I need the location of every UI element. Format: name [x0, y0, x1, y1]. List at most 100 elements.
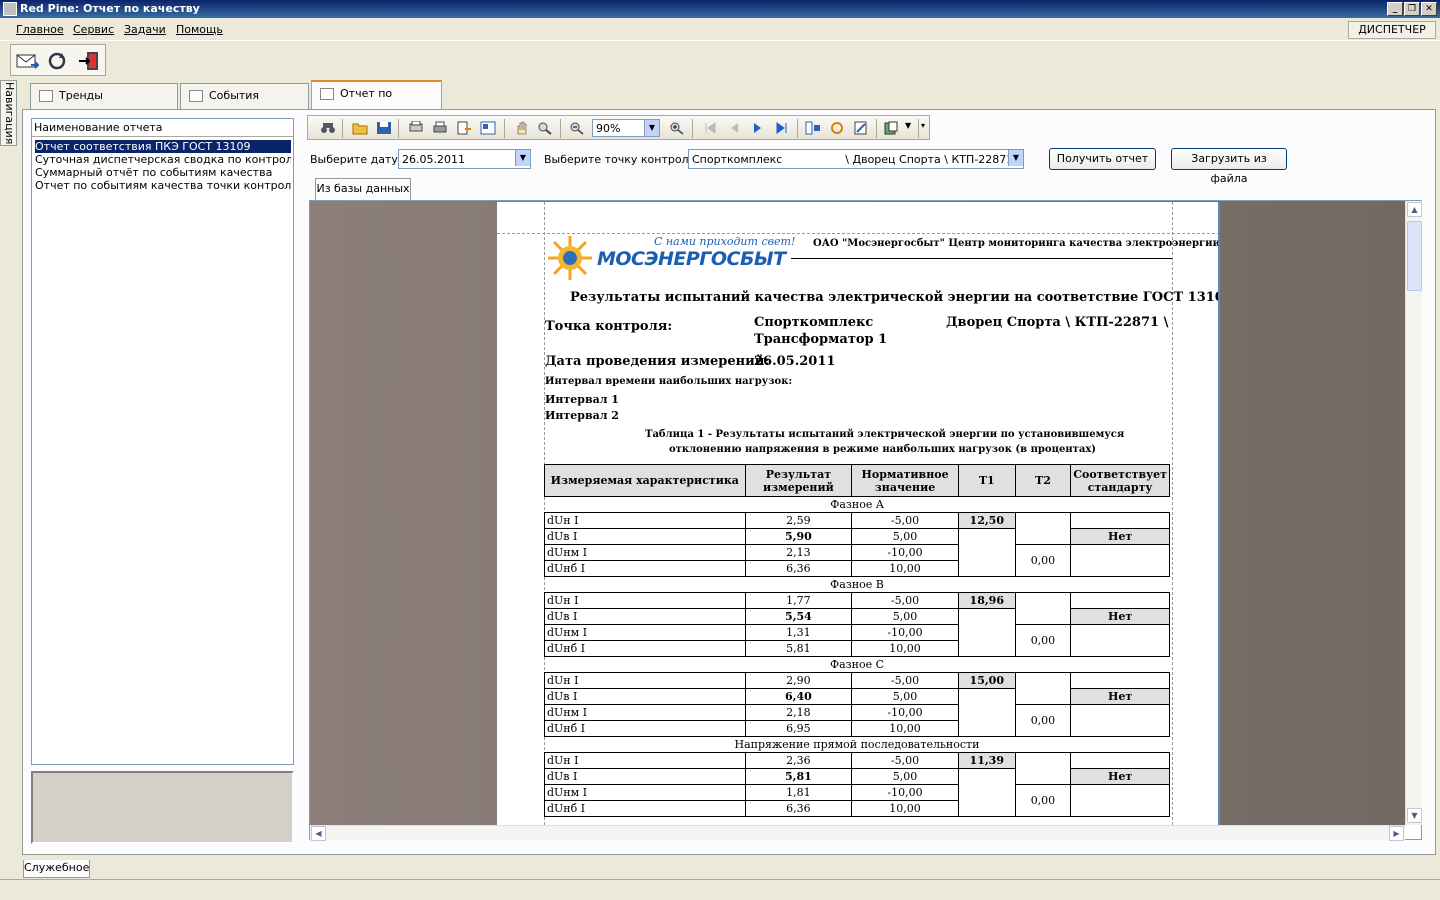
normative-value: 5,00	[851, 608, 959, 625]
refresh-icon[interactable]	[45, 49, 69, 73]
scroll-thumb[interactable]	[1407, 221, 1422, 291]
tab-service[interactable]: Служебное	[23, 860, 90, 878]
measured-value: 2,59	[744, 512, 853, 529]
vertical-scrollbar[interactable]: ▲ ▼	[1405, 201, 1422, 825]
load-file-button[interactable]: Загрузить из файла	[1171, 148, 1287, 185]
exit-icon[interactable]	[77, 49, 101, 73]
logo-slogan: С нами приходит свет!	[654, 235, 796, 248]
point-select[interactable]: Спорткомплекс \ Дворец Спорта \ КТП-2287…	[688, 149, 1024, 169]
complies-value: Нет	[1070, 768, 1170, 785]
navigation-side-tab[interactable]: Навигация	[0, 80, 17, 146]
chart-icon	[39, 90, 53, 102]
refresh-report-icon[interactable]	[829, 121, 845, 135]
normative-value: 10,00	[851, 560, 959, 577]
measured-value: 2,13	[744, 544, 853, 561]
report-list-item[interactable]: Суммарный отчёт по событиям качества	[35, 166, 291, 179]
scroll-down-icon[interactable]: ▼	[1407, 808, 1422, 823]
measured-value: 1,77	[744, 592, 853, 609]
characteristic: dUнб I	[544, 720, 746, 737]
scroll-right-icon[interactable]: ▶	[1389, 826, 1404, 841]
normative-value: -5,00	[851, 752, 959, 769]
results-table: Измеряемая характеристика Результат измер…	[544, 464, 1170, 817]
t2-value: 0,00	[1014, 544, 1072, 577]
find-icon[interactable]	[320, 121, 336, 135]
zoom-in-icon[interactable]	[669, 121, 685, 135]
magnifier-icon[interactable]	[537, 121, 553, 135]
table-row: dUнм I 1,31 -10,00 0,00	[544, 624, 1170, 657]
tab-from-database[interactable]: Из базы данных	[315, 178, 411, 200]
main-toolbar	[10, 44, 106, 76]
characteristic: dUнб I	[544, 800, 746, 817]
prev-page-icon[interactable]	[726, 121, 742, 135]
print-icon[interactable]	[432, 121, 448, 135]
menu-help[interactable]: Помощь	[176, 23, 223, 36]
close-button[interactable]: ✕	[1421, 2, 1437, 16]
characteristic: dUнм I	[544, 544, 746, 561]
t1-value: 18,96	[957, 592, 1016, 609]
open-folder-icon[interactable]	[352, 121, 368, 135]
table-row: dUн I 2,36 -5,00 11,39	[544, 752, 1170, 785]
date-label: Выберите дату:	[310, 153, 402, 166]
table-row: dUнм I 2,18 -10,00 0,00	[544, 704, 1170, 737]
report-list[interactable]	[31, 118, 294, 765]
characteristic: dUн I	[544, 752, 746, 769]
point-transformer: Трансформатор 1	[754, 332, 888, 347]
last-page-icon[interactable]	[774, 121, 790, 135]
save-icon[interactable]	[376, 121, 392, 135]
interval-caption: Интервал времени наибольших нагрузок:	[545, 376, 793, 387]
export-menu-icon[interactable]	[884, 121, 900, 135]
date-caption: Дата проведения измерений:	[545, 354, 770, 369]
table-caption: Таблица 1 - Результаты испытаний электри…	[645, 429, 1125, 440]
characteristic: dUнм I	[544, 704, 746, 721]
report-list-item[interactable]: Отчет по событиям качества точки контрол…	[35, 179, 291, 192]
zoom-select[interactable]: 90% ▼	[592, 119, 660, 137]
chevron-down-icon[interactable]: ▼	[1008, 150, 1023, 166]
report-page: С нами приходит свет! МОСЭНЕРГОСБЫТ ОАО …	[497, 202, 1220, 825]
characteristic: dUв I	[544, 688, 746, 705]
menu-main[interactable]: Главное	[16, 23, 64, 36]
menu-tasks[interactable]: Задачи	[124, 23, 166, 36]
measured-value: 2,36	[744, 752, 853, 769]
first-page-icon[interactable]	[702, 121, 718, 135]
complies-value: Нет	[1070, 688, 1170, 705]
report-list-item[interactable]: Отчет соответствия ПКЭ ГОСТ 13109	[35, 140, 291, 153]
characteristic: dUнб I	[544, 560, 746, 577]
hand-tool-icon[interactable]	[514, 121, 530, 135]
tab-quality-report[interactable]: Отчет по качеству	[311, 80, 442, 124]
scroll-left-icon[interactable]: ◀	[311, 826, 326, 841]
t2-value: 0,00	[1014, 624, 1072, 657]
section-row: Фазное B	[544, 576, 1170, 593]
send-mail-icon[interactable]	[15, 49, 39, 73]
doc-map-icon[interactable]	[805, 121, 821, 135]
export-icon[interactable]	[456, 121, 472, 135]
get-report-button[interactable]: Получить отчет	[1049, 148, 1156, 170]
minimize-button[interactable]: _	[1387, 2, 1403, 16]
date-picker[interactable]: 26.05.2011 ▼	[398, 149, 531, 169]
tab-quality-events[interactable]: События качества	[180, 83, 309, 126]
zoom-out-icon[interactable]	[569, 121, 585, 135]
tab-trends[interactable]: Тренды оперативные	[30, 83, 178, 126]
page-view-icon[interactable]	[480, 121, 496, 135]
interval-1: Интервал 1	[545, 393, 619, 406]
horizontal-scrollbar[interactable]: ◀ ▶	[310, 825, 1405, 841]
status-bar	[0, 879, 1440, 900]
characteristic: dUв I	[544, 608, 746, 625]
dispatcher-button[interactable]: ДИСПЕТЧЕР	[1348, 21, 1436, 39]
characteristic: dUнм I	[544, 624, 746, 641]
toolbar-overflow-icon[interactable]: ▾	[921, 121, 937, 135]
chevron-down-icon[interactable]: ▼	[515, 150, 530, 166]
maximize-button[interactable]: ❐	[1404, 2, 1420, 16]
page-setup-icon[interactable]	[408, 121, 424, 135]
table-caption-2: отклонению напряжения в режиме наибольши…	[669, 444, 1097, 455]
menu-service[interactable]: Сервис	[73, 23, 114, 36]
point-path: Дворец Спорта \ КТП-22871 \	[946, 315, 1169, 330]
chevron-down-icon[interactable]: ▼	[644, 120, 659, 136]
next-page-icon[interactable]	[750, 121, 766, 135]
org-name: ОАО "Мосэнергосбыт" Центр мониторинга ка…	[813, 238, 1220, 249]
report-list-item[interactable]: Суточная диспетчерская сводка по контрол…	[35, 153, 291, 166]
details-panel	[31, 771, 294, 844]
edit-page-icon[interactable]	[853, 121, 869, 135]
scroll-up-icon[interactable]: ▲	[1407, 202, 1422, 217]
column-header: Измеряемая характеристика	[544, 464, 746, 497]
characteristic: dUв I	[544, 528, 746, 545]
